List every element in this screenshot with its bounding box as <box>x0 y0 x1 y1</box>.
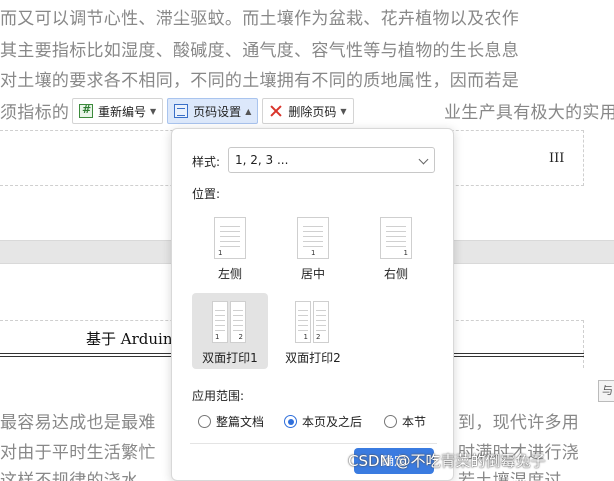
radio-selected-icon <box>284 415 297 428</box>
page-setup-button[interactable]: 页码设置 ▲ <box>167 98 259 124</box>
doc-text-line: 业生产具有极大的实用意 <box>444 103 614 123</box>
side-tab[interactable]: 与 <box>598 380 614 402</box>
position-option-label: 右侧 <box>383 267 408 281</box>
renumber-button[interactable]: 重新编号 ▼ <box>72 98 164 124</box>
caret-down-icon: ▼ <box>150 106 157 116</box>
position-option-label: 双面打印2 <box>285 351 341 365</box>
doc-text-line: 对土壤的要求各不相同，不同的土壤拥有不同的质地属性，因而若是 <box>0 71 519 91</box>
position-option-duplex-1[interactable]: 1 2 双面打印1 <box>192 293 268 369</box>
page-setup-icon <box>174 104 189 118</box>
doc-text-line: 而又可以调节心性、滞尘驱蚊。而土壤作为盆栽、花卉植物以及农作 <box>0 9 519 29</box>
position-option-right[interactable]: 1 右侧 <box>358 209 434 285</box>
doc-text-line: 这样不规律的浇水 <box>0 471 139 481</box>
scope-radio-this-section[interactable]: 本节 <box>384 413 426 430</box>
page-thumbnail-left: 1 <box>212 301 228 343</box>
page-thumbnail: 1 <box>214 217 246 259</box>
radio-icon <box>384 415 397 428</box>
caret-up-icon: ▲ <box>245 106 252 116</box>
header-title: 基于 Arduin <box>86 330 173 348</box>
scope-radio-whole-document[interactable]: 整篇文档 <box>198 413 264 430</box>
doc-text-line: 最容易达成也是最难 <box>0 413 156 433</box>
panel-divider <box>190 443 437 444</box>
page-thumbnail: 1 <box>297 217 329 259</box>
caret-down-icon: ▼ <box>340 106 347 116</box>
scope-radio-this-page-onward[interactable]: 本页及之后 <box>284 413 362 430</box>
scope-label: 应用范围: <box>192 389 245 403</box>
chevron-down-icon <box>418 154 429 165</box>
style-select-value: 1, 2, 3 ... <box>235 153 289 167</box>
renumber-icon <box>79 103 93 118</box>
page-number: III <box>549 151 565 166</box>
delete-label: 删除页码 <box>288 104 337 119</box>
delete-page-number-button[interactable]: 删除页码 ▼ <box>262 98 354 124</box>
position-option-left[interactable]: 1 左侧 <box>192 209 268 285</box>
doc-text-line: 到，现代许多用 <box>458 413 580 433</box>
position-option-label: 居中 <box>300 267 325 281</box>
position-option-duplex-2[interactable]: 1 2 双面打印2 <box>275 293 351 369</box>
doc-text-line: 对由于平时生活繁忙 <box>0 443 156 463</box>
position-option-center[interactable]: 1 居中 <box>275 209 351 285</box>
page-thumbnail: 1 <box>380 217 412 259</box>
radio-icon <box>198 415 211 428</box>
doc-text-line: 其主要指标比如湿度、酸碱度、通气度、容气性等与植物的生长息息 <box>0 41 519 61</box>
page-setup-label: 页码设置 <box>193 104 242 119</box>
page-thumbnail-right: 2 <box>313 301 329 343</box>
delete-icon <box>269 104 283 118</box>
page-thumbnail-left: 1 <box>295 301 311 343</box>
position-label: 位置: <box>192 187 221 201</box>
scope-radio-label: 本页及之后 <box>302 415 363 429</box>
watermark: CSDN @不吃青菜的倒霉兔子 <box>348 452 546 470</box>
scope-radio-label: 本节 <box>402 415 427 429</box>
page-thumbnail-right: 2 <box>230 301 246 343</box>
style-label: 样式: <box>192 155 221 169</box>
renumber-label: 重新编号 <box>98 104 147 119</box>
scope-radio-label: 整篇文档 <box>216 415 265 429</box>
position-option-label: 双面打印1 <box>202 351 258 365</box>
page-setup-panel: 样式: 1, 2, 3 ... 位置: 1 左侧 1 居中 1 右侧 1 2 双… <box>171 128 454 481</box>
page-number-toolbar: 重新编号 ▼ 页码设置 ▲ 删除页码 ▼ <box>72 98 354 124</box>
style-select[interactable]: 1, 2, 3 ... <box>228 147 435 173</box>
doc-text-line: 须指标的 <box>0 103 70 123</box>
position-option-label: 左侧 <box>217 267 242 281</box>
